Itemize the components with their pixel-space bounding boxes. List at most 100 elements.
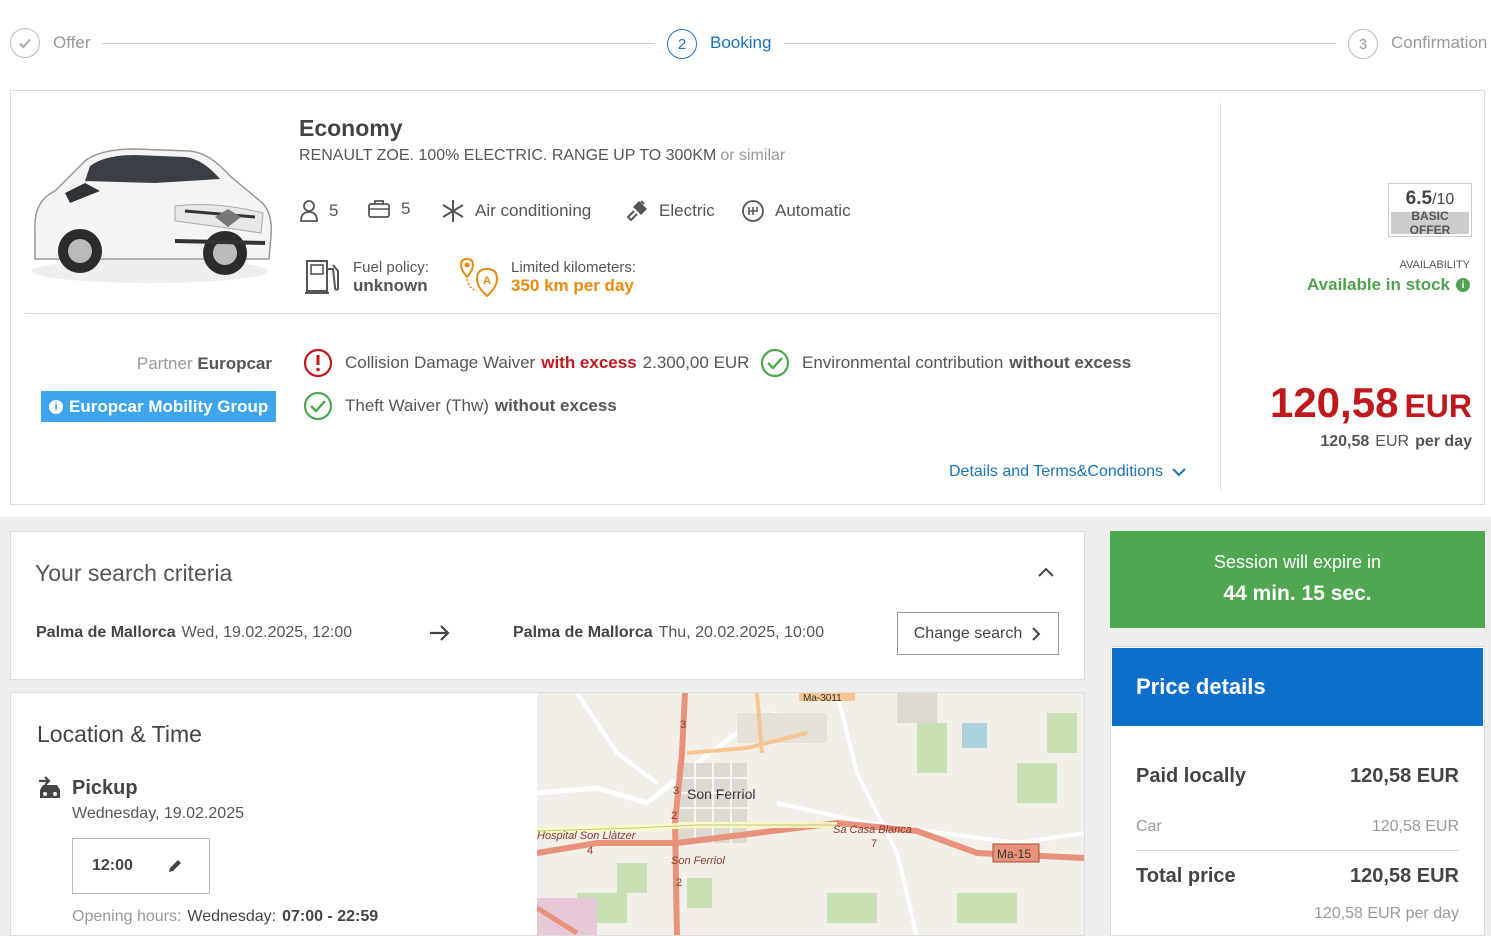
transmission-feature: Automatic [741, 199, 851, 223]
details-terms-label: Details and Terms&Conditions [949, 463, 1164, 480]
fuel-type-feature: Electric [625, 199, 715, 223]
chevron-up-icon[interactable] [1036, 562, 1056, 582]
km-value: 350 km per day [511, 275, 634, 295]
car-model-name: RENAULT ZOE. 100% ELECTRIC. RANGE UP TO … [299, 147, 717, 164]
map-label: 3 [680, 719, 686, 731]
opening-hours: Opening hours: Wednesday: 07:00 - 22:59 [72, 908, 378, 926]
total-price-row: Total price 120,58 EUR [1136, 865, 1459, 888]
card-divider [25, 313, 1221, 314]
total-price-value: 120,58 EUR [1350, 865, 1459, 887]
car-pickup-icon [39, 776, 60, 798]
pickup-title: Pickup [72, 777, 138, 799]
pickup-time-field[interactable]: 12:00 [72, 838, 210, 894]
map-label: Son Ferriol [671, 855, 725, 867]
ac-label: Air conditioning [475, 201, 592, 220]
info-icon[interactable]: i [1456, 278, 1470, 292]
chevron-down-icon [1172, 468, 1186, 477]
card-divider-vertical [1220, 103, 1221, 491]
svg-text:A: A [483, 275, 491, 287]
person-icon [300, 200, 318, 222]
map-label: 7 [871, 838, 877, 850]
plug-icon [626, 200, 647, 222]
arrow-right-icon [430, 625, 450, 641]
step-confirmation-label: Confirmation [1391, 33, 1488, 52]
ac-feature: Air conditioning [441, 199, 591, 223]
check-circle-icon [303, 391, 333, 421]
theft-label: Theft Waiver (Thw) [345, 396, 489, 415]
env-excess: without excess [1009, 353, 1132, 372]
map-label: Hospital Son Llàtzer [537, 830, 637, 842]
step-divider [102, 43, 654, 44]
fuel-policy-value: unknown [353, 275, 428, 295]
partner-name: Europcar [197, 354, 272, 373]
search-criteria-title: Your search criteria [35, 560, 233, 586]
cdw-amount: 2.300,00 EUR [642, 353, 750, 372]
mileage-policy: A Limited kilometers: 350 km per day [459, 257, 636, 297]
env-label: Environmental contribution [802, 353, 1004, 372]
per-day-amount: 120,58 [1320, 433, 1370, 450]
partner-label: Partner [136, 354, 193, 373]
availability-label: AVAILABILITY [1399, 259, 1470, 271]
offer-card: Economy RENAULT ZOE. 100% ELECTRIC. RANG… [10, 90, 1485, 505]
partner-info: Partner Europcar [137, 354, 272, 374]
paid-locally-label: Paid locally [1136, 765, 1247, 787]
car-image [32, 148, 273, 283]
step-confirmation-number: 3 [1348, 29, 1378, 59]
location-map[interactable]: Son Ferriol Hospital Son Llàtzer Sa Casa… [537, 693, 1085, 936]
theft-waiver: Theft Waiver (Thw) without excess [303, 391, 617, 421]
price-currency: EUR [1404, 388, 1472, 424]
availability-value: Available in stock [1307, 275, 1450, 294]
per-day-suffix: per day [1415, 433, 1472, 450]
fuel-policy: Fuel policy: unknown [303, 257, 429, 297]
pencil-icon[interactable] [167, 858, 183, 874]
map-label: Ma-3011 [803, 693, 842, 704]
bags-feature: 5 [367, 199, 410, 219]
fuel-policy-label: Fuel policy: [353, 258, 429, 276]
pickup-date: Wednesday, 19.02.2025 [72, 805, 244, 822]
cdw-excess: with excess [541, 353, 637, 372]
km-label: Limited kilometers: [511, 258, 637, 276]
details-terms-link[interactable]: Details and Terms&Conditions [949, 463, 1187, 481]
paid-locally-value: 120,58 EUR [1350, 765, 1459, 787]
fuel-type-label: Electric [659, 201, 715, 220]
snowflake-icon [442, 200, 464, 222]
seats-count: 5 [329, 201, 339, 220]
pickup-summary: Palma de Mallorca Wed, 19.02.2025, 12:00 [36, 624, 352, 642]
mobility-group-badge[interactable]: i Europcar Mobility Group [41, 391, 277, 422]
theft-excess: without excess [494, 396, 617, 415]
return-summary: Palma de Mallorca Thu, 20.02.2025, 10:00 [513, 624, 824, 642]
mobility-group-label: Europcar Mobility Group [69, 396, 269, 416]
alert-icon [303, 348, 333, 378]
car-model: RENAULT ZOE. 100% ELECTRIC. RANGE UP TO … [299, 147, 785, 165]
car-class: Economy [299, 115, 403, 141]
step-offer-label[interactable]: Offer [53, 33, 90, 53]
transmission-label: Automatic [775, 201, 851, 220]
session-timer: Session will expire in 44 min. 15 sec. [1110, 531, 1485, 628]
session-remaining: 44 min. 15 sec. [1223, 582, 1372, 605]
gearbox-icon [742, 200, 764, 222]
env-contribution: Environmental contribution without excess [760, 348, 1131, 378]
car-price-label: Car [1136, 818, 1162, 835]
car-price-row: Car 120,58 EUR [1136, 818, 1459, 836]
map-label: 2 [676, 877, 682, 889]
booking-steps: Offer 2 Booking 3 Confirmation [0, 0, 1491, 86]
return-location: Palma de Mallorca [513, 624, 653, 641]
seats-feature: 5 [299, 199, 338, 223]
search-criteria-card: Your search criteria Palma de Mallorca We… [10, 531, 1085, 680]
per-day-currency: EUR [1375, 433, 1410, 450]
availability-status: Available in stock i [1307, 275, 1470, 295]
car-price-value: 120,58 EUR [1371, 818, 1459, 835]
price-per-day: 120,58 EUR per day [1320, 433, 1472, 451]
fuel-pump-icon [305, 260, 339, 294]
location-time-title: Location & Time [37, 721, 202, 747]
pickup-time-value: 12:00 [92, 857, 133, 874]
step-booking-label: Booking [710, 33, 772, 52]
step-offer-check-icon [10, 28, 40, 58]
change-search-button[interactable]: Change search [897, 612, 1059, 655]
opening-time: 07:00 - 22:59 [282, 908, 379, 925]
rating-label: BASIC OFFER [1391, 209, 1469, 237]
total-per-day: 120,58 EUR per day [1314, 905, 1459, 922]
pickup-datetime: Wed, 19.02.2025, 12:00 [181, 624, 353, 641]
pickup-location: Palma de Mallorca [36, 624, 176, 641]
cdw-insurance: Collision Damage Waiver with excess 2.300,… [303, 348, 749, 378]
